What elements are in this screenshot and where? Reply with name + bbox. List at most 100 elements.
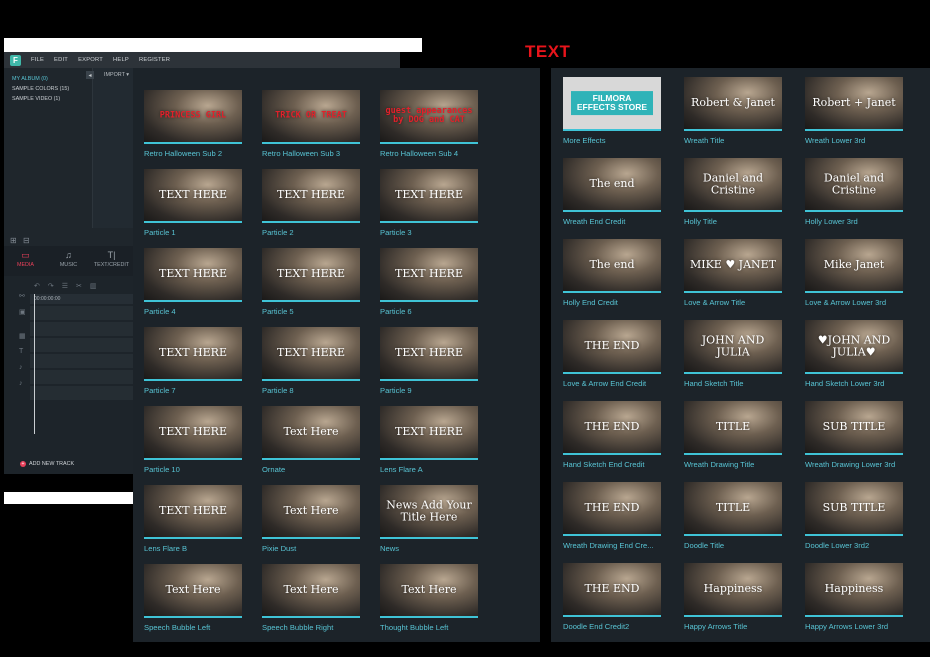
effect-tile-wreath-drawing-lower-3rd[interactable]: SUB TITLE Wreath Drawing Lower 3rd (805, 401, 903, 469)
effect-tile-speech-bubble-right[interactable]: Text Here Speech Bubble Right (262, 564, 360, 632)
menu-help[interactable]: HELP (113, 57, 129, 63)
effect-label: Love & Arrow Title (684, 298, 746, 307)
effect-thumbnail[interactable]: Mike Janet (805, 239, 903, 291)
collapse-arrow-icon[interactable]: ◂ (86, 71, 94, 79)
effect-tile-doodle-title[interactable]: TITLE Doodle Title (684, 482, 782, 550)
thumbnail-accent-bar (380, 537, 478, 539)
track-music[interactable] (30, 370, 133, 384)
undo-icon[interactable]: ↶ (34, 282, 40, 290)
import-button[interactable]: IMPORT ▾ (104, 72, 129, 78)
effect-tile-wreath-drawing-title[interactable]: TITLE Wreath Drawing Title (684, 401, 782, 469)
thumbnail-accent-bar (262, 616, 360, 618)
effect-tile-hand-sketch-end-credit[interactable]: THE END Hand Sketch End Credit (563, 401, 661, 469)
effect-tile-wreath-end-credit[interactable]: The end Wreath End Credit (563, 158, 661, 226)
effect-thumbnail[interactable]: JOHN AND JULIA (684, 320, 782, 372)
effect-tile-lens-flare-b[interactable]: TEXT HERE Lens Flare B (144, 485, 242, 553)
delete-folder-icon[interactable]: ⊟ (23, 236, 30, 245)
effect-thumbnail[interactable]: TITLE (684, 482, 782, 534)
effect-thumbnail[interactable]: Robert + Janet (805, 77, 903, 129)
thumbnail-accent-bar (563, 210, 661, 212)
effect-label: Love & Arrow End Credit (563, 379, 647, 388)
effect-tile-love-arrow-lower-3rd[interactable]: Mike Janet Love & Arrow Lower 3rd (805, 239, 903, 307)
timeline-ruler[interactable]: 00:00:00:00 (30, 294, 133, 304)
track-pip[interactable] (30, 322, 133, 336)
list-icon[interactable]: ☰ (62, 282, 68, 290)
effect-thumbnail[interactable]: Daniel and Cristine (684, 158, 782, 210)
effect-tile-hand-sketch-title[interactable]: JOHN AND JULIA Hand Sketch Title (684, 320, 782, 388)
effect-thumbnail[interactable]: Text Here (144, 564, 242, 616)
delete-icon[interactable]: ▥ (90, 282, 97, 290)
effect-label: News (380, 544, 399, 553)
effect-tile-wreath-drawing-end-cre[interactable]: THE END Wreath Drawing End Cre... (563, 482, 661, 550)
thumbnail-accent-bar (805, 291, 903, 293)
effect-thumbnail[interactable]: ♥JOHN AND JULIA♥ (805, 320, 903, 372)
effect-thumbnail[interactable]: Text Here (262, 485, 360, 537)
effect-tile-news[interactable]: News Add Your Title Here News (380, 485, 478, 553)
effect-thumbnail[interactable]: THE END (563, 320, 661, 372)
effect-tile-holly-lower-3rd[interactable]: Daniel and Cristine Holly Lower 3rd (805, 158, 903, 226)
cut-icon[interactable]: ✂ (76, 282, 82, 290)
track-video[interactable] (30, 306, 133, 320)
menu-export[interactable]: EXPORT (78, 57, 103, 63)
effect-tile-hand-sketch-lower-3rd[interactable]: ♥JOHN AND JULIA♥ Hand Sketch Lower 3rd (805, 320, 903, 388)
track-overlay[interactable] (30, 338, 133, 352)
effect-tile-speech-bubble-left[interactable]: Text Here Speech Bubble Left (144, 564, 242, 632)
effect-thumbnail[interactable]: SUB TITLE (805, 482, 903, 534)
add-new-track-button[interactable]: + ADD NEW TRACK (20, 461, 74, 467)
thumbnail-accent-bar (805, 372, 903, 374)
effect-tile-happy-arrows-lower-3rd[interactable]: Happiness Happy Arrows Lower 3rd (805, 563, 903, 631)
effect-thumbnail[interactable]: TEXT HERE (144, 485, 242, 537)
effect-tile-doodle-end-credit2[interactable]: THE END Doodle End Credit2 (563, 563, 661, 631)
redo-icon[interactable]: ↷ (48, 282, 54, 290)
effect-thumbnail[interactable]: The end (563, 158, 661, 210)
effect-thumbnail[interactable]: Text Here (262, 564, 360, 616)
effect-thumbnail[interactable]: Happiness (805, 563, 903, 615)
effect-thumbnail[interactable]: The end (563, 239, 661, 291)
effect-thumbnail[interactable]: FILMORA EFFECTS STORE (563, 77, 661, 129)
effect-tile-love-arrow-title[interactable]: MIKE ♥ JANET Love & Arrow Title (684, 239, 782, 307)
album-item-my-album[interactable]: MY ALBUM (0) (4, 68, 92, 84)
menu-register[interactable]: REGISTER (139, 57, 170, 63)
effect-thumbnail[interactable]: TITLE (684, 401, 782, 453)
effect-tile-love-arrow-end-credit[interactable]: THE END Love & Arrow End Credit (563, 320, 661, 388)
effect-tile-wreath-title[interactable]: Robert & Janet Wreath Title (684, 77, 782, 145)
tab-text-credit[interactable]: T| TEXT/CREDIT (90, 246, 133, 276)
effect-thumbnail[interactable]: SUB TITLE (805, 401, 903, 453)
effect-thumbnail[interactable]: MIKE ♥ JANET (684, 239, 782, 291)
effect-label: Hand Sketch End Credit (563, 460, 645, 469)
playhead[interactable] (34, 294, 35, 434)
effect-tile-holly-end-credit[interactable]: The end Holly End Credit (563, 239, 661, 307)
effect-label: Hand Sketch Lower 3rd (805, 379, 885, 388)
effect-thumbnail[interactable]: Robert & Janet (684, 77, 782, 129)
thumbnail-accent-bar (805, 129, 903, 131)
effect-tile-thought-bubble-left[interactable]: Text Here Thought Bubble Left (380, 564, 478, 632)
effect-tile-more-effects[interactable]: FILMORA EFFECTS STORE More Effects (563, 77, 661, 145)
album-item-sample-video[interactable]: SAMPLE VIDEO (1) (4, 94, 92, 104)
track-text[interactable] (30, 354, 133, 368)
effect-tile-pixie-dust[interactable]: Text Here Pixie Dust (262, 485, 360, 553)
effect-tile-doodle-lower-3rd2[interactable]: SUB TITLE Doodle Lower 3rd2 (805, 482, 903, 550)
tab-music[interactable]: ♫ MUSIC (47, 246, 90, 276)
effect-tile-wreath-lower-3rd[interactable]: Robert + Janet Wreath Lower 3rd (805, 77, 903, 145)
thumbnail-accent-bar (805, 615, 903, 617)
tab-media[interactable]: ▭ MEDIA (4, 246, 47, 276)
effect-thumbnail[interactable]: News Add Your Title Here (380, 485, 478, 537)
effect-tile-holly-title[interactable]: Daniel and Cristine Holly Title (684, 158, 782, 226)
effect-thumbnail[interactable]: Happiness (684, 563, 782, 615)
link-icon[interactable]: ⚯ (19, 292, 25, 300)
media-icon: ▭ (21, 250, 30, 260)
album-item-sample-colors[interactable]: SAMPLE COLORS (15) (4, 84, 92, 94)
menu-edit[interactable]: EDIT (54, 57, 68, 63)
effect-thumbnail[interactable]: Daniel and Cristine (805, 158, 903, 210)
effect-thumbnail[interactable]: THE END (563, 482, 661, 534)
timeline-toolbar: ↶ ↷ ☰ ✂ ▥ (4, 280, 133, 292)
track-voice[interactable] (30, 386, 133, 400)
effect-thumbnail[interactable]: THE END (563, 401, 661, 453)
window-bottom-edge (4, 492, 133, 504)
timeline: ↶ ↷ ☰ ✂ ▥ 00:00:00:00 ⚯ ▣ ▦ T ♪ ♪ + ADD … (4, 276, 133, 474)
effect-thumbnail[interactable]: THE END (563, 563, 661, 615)
effect-tile-happy-arrows-title[interactable]: Happiness Happy Arrows Title (684, 563, 782, 631)
add-folder-icon[interactable]: ⊞ (10, 236, 17, 245)
effect-thumbnail[interactable]: Text Here (380, 564, 478, 616)
menu-file[interactable]: FILE (31, 57, 44, 63)
